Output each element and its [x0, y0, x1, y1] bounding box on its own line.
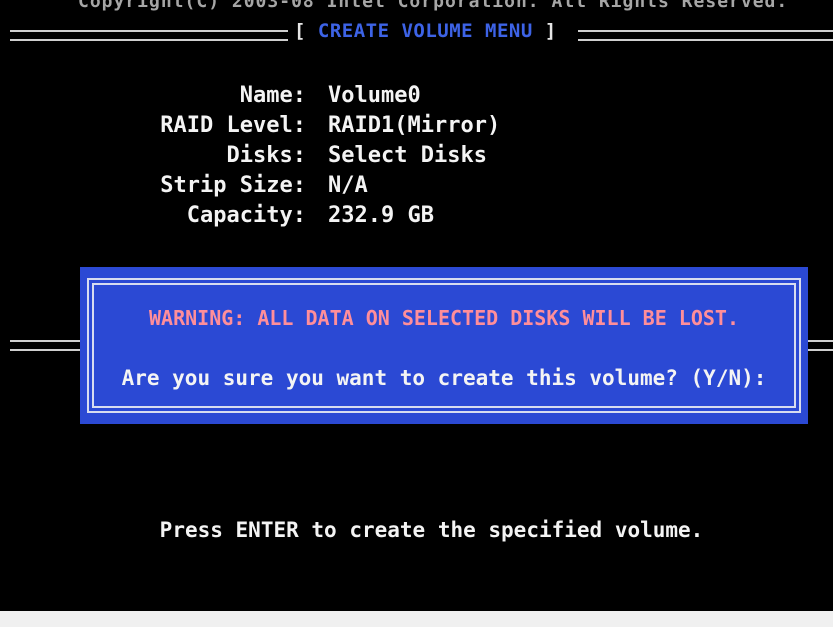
field-capacity-label: Capacity: [186, 203, 306, 228]
menu-title: [ CREATE VOLUME MENU ] [294, 20, 557, 42]
title-bracket-close: ] [544, 20, 557, 42]
field-raid-level-value[interactable]: RAID1(Mirror) [328, 113, 500, 143]
field-name[interactable]: Name: Volume0 [150, 83, 650, 113]
field-disks-label: Disks: [226, 143, 306, 168]
field-disks-value[interactable]: Select Disks [328, 143, 487, 173]
field-strip-size[interactable]: Strip Size: N/A [150, 173, 650, 203]
dialog-border [87, 278, 801, 413]
confirm-prompt[interactable]: Are you sure you want to create this vol… [80, 366, 808, 390]
mid-rule-left [10, 340, 84, 351]
warning-message: WARNING: ALL DATA ON SELECTED DISKS WILL… [148, 306, 739, 330]
field-name-value[interactable]: Volume0 [328, 83, 421, 113]
footer-hint: Press ENTER to create the specified volu… [159, 518, 704, 542]
confirm-dialog[interactable]: WARNING: ALL DATA ON SELECTED DISKS WILL… [80, 267, 808, 424]
bios-screen: Copyright(C) 2003-08 Intel Corporation. … [0, 0, 833, 627]
field-raid-level[interactable]: RAID Level: RAID1(Mirror) [150, 113, 650, 143]
photo-border [0, 611, 833, 627]
field-strip-size-label: Strip Size: [160, 173, 306, 198]
field-raid-level-label: RAID Level: [160, 113, 306, 138]
field-name-label: Name: [239, 83, 306, 108]
mid-rule-right [806, 340, 833, 351]
title-rule-right [578, 30, 833, 41]
title-bracket-open: [ [294, 20, 306, 42]
menu-title-text: CREATE VOLUME MENU [317, 20, 533, 42]
field-capacity[interactable]: Capacity: 232.9 GB [150, 203, 650, 233]
copyright-text: Copyright(C) 2003-08 Intel Corporation. … [78, 0, 789, 12]
title-rule-left [10, 30, 288, 41]
field-capacity-value[interactable]: 232.9 GB [328, 203, 434, 233]
field-disks[interactable]: Disks: Select Disks [150, 143, 650, 173]
field-strip-size-value[interactable]: N/A [328, 173, 368, 203]
